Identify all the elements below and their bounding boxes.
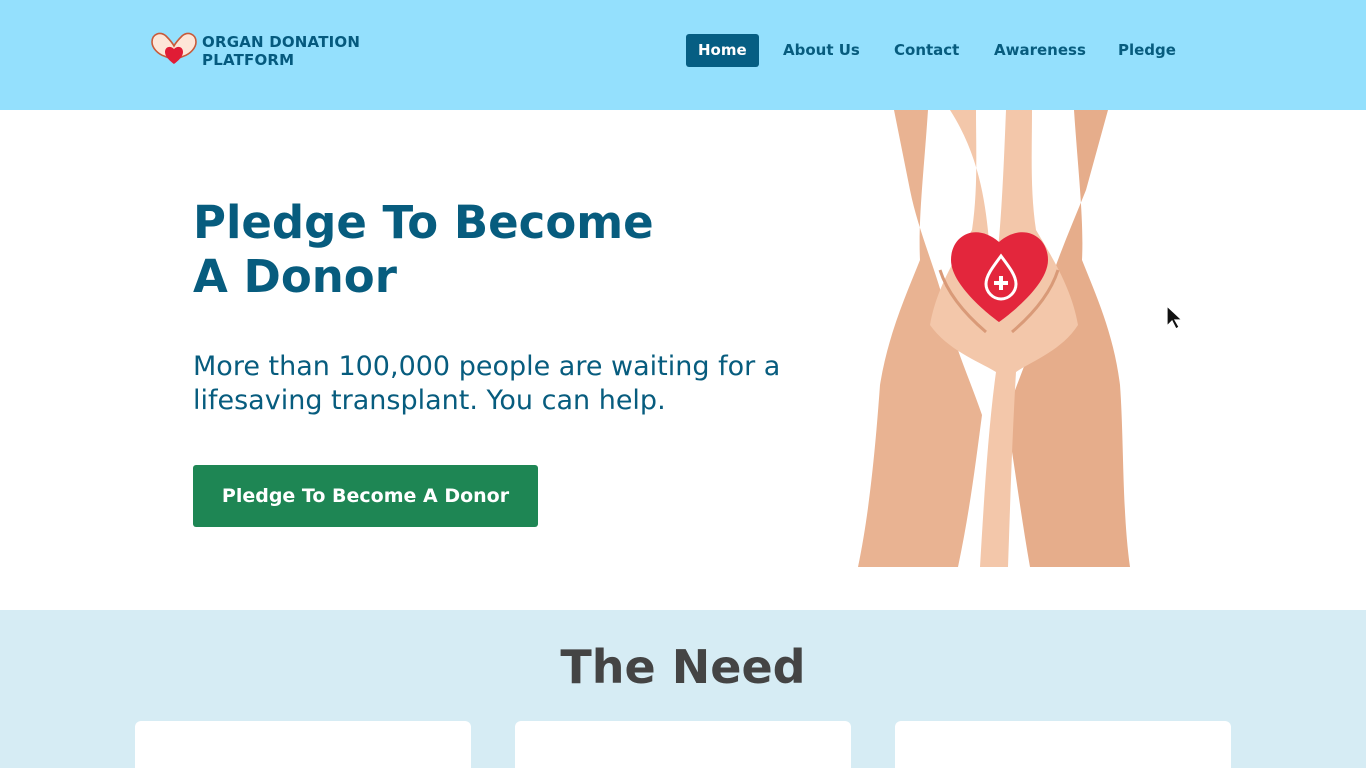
nav-about-us[interactable]: About Us <box>783 34 860 67</box>
hands-heart-icon <box>148 28 200 74</box>
nav-contact[interactable]: Contact <box>894 34 959 67</box>
site-header: ORGAN DONATION PLATFORM Home About Us Co… <box>0 0 1366 110</box>
nav-pledge[interactable]: Pledge <box>1118 34 1176 67</box>
need-title: The Need <box>560 640 806 694</box>
hero-title-line2: A Donor <box>193 250 397 303</box>
hero-title-line1: Pledge To Become <box>193 196 654 249</box>
hero-title: Pledge To Become A Donor <box>193 196 654 304</box>
hands-holding-heart-icon <box>858 110 1130 567</box>
hero-subtitle: More than 100,000 people are waiting for… <box>193 351 781 416</box>
logo-text-line2: PLATFORM <box>202 51 295 69</box>
logo-text-line1: ORGAN DONATION <box>202 33 361 51</box>
nav-home[interactable]: Home <box>686 34 759 67</box>
need-section: The Need <box>0 610 1366 768</box>
logo[interactable]: ORGAN DONATION PLATFORM <box>148 30 360 72</box>
need-card <box>135 721 471 768</box>
need-card <box>515 721 851 768</box>
mouse-cursor-icon <box>1166 305 1184 330</box>
need-card <box>895 721 1231 768</box>
pledge-donor-button[interactable]: Pledge To Become A Donor <box>193 465 538 527</box>
nav-awareness[interactable]: Awareness <box>994 34 1086 67</box>
